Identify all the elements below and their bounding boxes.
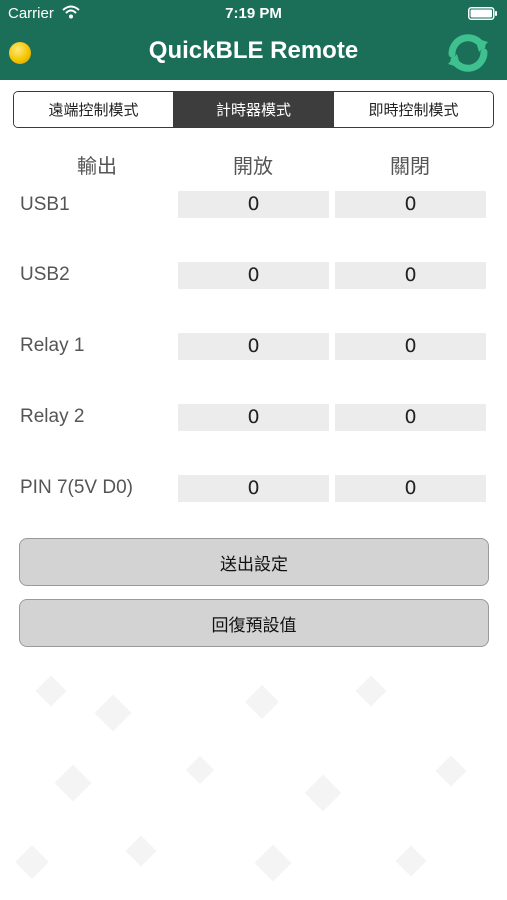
- nav-bar: QuickBLE Remote: [0, 27, 507, 80]
- row-label-relay2: Relay 2: [20, 406, 85, 427]
- app-title: QuickBLE Remote: [148, 37, 359, 64]
- row-label-usb1: USB1: [20, 194, 70, 215]
- column-header-close: 關閉: [390, 154, 430, 178]
- app-header: Carrier 7:19 PM QuickBLE Remote: [0, 0, 507, 80]
- pin7-open-field[interactable]: 0: [178, 475, 329, 502]
- mode-segmented-control: 遠端控制模式 計時器模式 即時控制模式: [13, 91, 494, 128]
- background-diamond-pattern: [15, 675, 467, 882]
- status-bar: Carrier 7:19 PM: [0, 0, 507, 27]
- usb1-close-field[interactable]: 0: [335, 191, 486, 218]
- tab-timer-mode[interactable]: 計時器模式: [173, 92, 333, 127]
- column-header-open: 開放: [233, 154, 273, 178]
- pin7-close-field[interactable]: 0: [335, 475, 486, 502]
- relay1-close-field[interactable]: 0: [335, 333, 486, 360]
- tab-realtime-control[interactable]: 即時控制模式: [333, 92, 493, 127]
- battery-icon: [468, 7, 497, 20]
- row-label-usb2: USB2: [20, 264, 70, 285]
- refresh-icon[interactable]: [444, 30, 492, 76]
- usb2-close-field[interactable]: 0: [335, 262, 486, 289]
- usb1-open-field[interactable]: 0: [178, 191, 329, 218]
- relay2-open-field[interactable]: 0: [178, 404, 329, 431]
- column-header-output: 輸出: [77, 154, 117, 178]
- relay2-close-field[interactable]: 0: [335, 404, 486, 431]
- tab-remote-control[interactable]: 遠端控制模式: [14, 92, 173, 127]
- restore-defaults-button[interactable]: 回復預設值: [19, 599, 489, 647]
- send-settings-button[interactable]: 送出設定: [19, 538, 489, 586]
- row-label-relay1: Relay 1: [20, 335, 85, 356]
- relay1-open-field[interactable]: 0: [178, 333, 329, 360]
- row-label-pin7: PIN 7(5V D0): [20, 477, 133, 498]
- usb2-open-field[interactable]: 0: [178, 262, 329, 289]
- status-time: 7:19 PM: [225, 5, 282, 22]
